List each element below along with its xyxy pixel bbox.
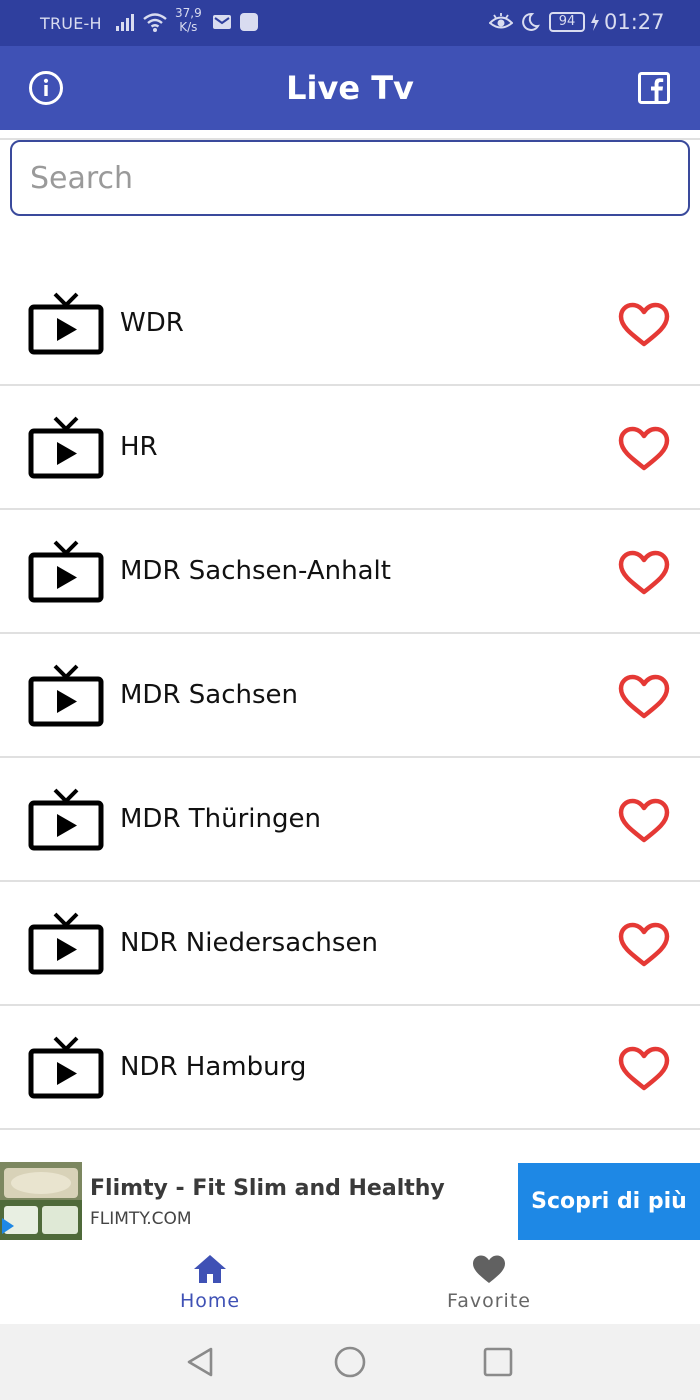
heart-outline-icon[interactable] xyxy=(618,674,670,720)
tv-icon xyxy=(28,664,104,727)
eye-comfort-icon xyxy=(489,13,513,29)
channel-row[interactable] xyxy=(0,130,700,140)
tv-icon xyxy=(28,788,104,851)
clock: 01:27 xyxy=(604,10,665,34)
nav-favorite-label: Favorite xyxy=(447,1290,531,1312)
channel-row[interactable]: WDR xyxy=(0,262,700,386)
search-input[interactable] xyxy=(30,142,670,214)
carrier-label: TRUE-H xyxy=(40,14,102,33)
channel-name: WDR xyxy=(120,308,184,338)
recent-apps-icon[interactable] xyxy=(483,1347,513,1377)
charging-icon xyxy=(591,13,599,31)
ad-banner[interactable]: Flimty - Fit Slim and Healthy FLIMTY.COM… xyxy=(0,1160,700,1240)
network-speed-unit: K/s xyxy=(179,20,198,34)
ad-title[interactable]: Flimty - Fit Slim and Healthy xyxy=(90,1176,445,1201)
app-bar: Live Tv xyxy=(0,46,700,130)
info-icon[interactable] xyxy=(28,70,64,106)
channel-row[interactable]: MDR Thüringen xyxy=(0,758,700,882)
home-circle-icon[interactable] xyxy=(334,1346,366,1378)
bottom-navigation: Home Favorite xyxy=(0,1240,700,1324)
channel-row[interactable]: NDR Hamburg xyxy=(0,1006,700,1130)
heart-outline-icon[interactable] xyxy=(618,1046,670,1092)
heart-outline-icon[interactable] xyxy=(618,922,670,968)
heart-outline-icon[interactable] xyxy=(618,798,670,844)
back-icon[interactable] xyxy=(184,1346,216,1378)
facebook-icon[interactable] xyxy=(638,72,670,104)
heart-outline-icon[interactable] xyxy=(618,426,670,472)
tv-icon xyxy=(28,540,104,603)
channel-list[interactable]: WDR HR MDR Sachsen-Anhalt MDR Sachsen MD… xyxy=(0,130,700,1160)
nav-home-label: Home xyxy=(179,1290,241,1312)
tv-icon xyxy=(28,1036,104,1099)
tv-icon xyxy=(28,912,104,975)
signal-icon xyxy=(116,14,134,31)
channel-name: NDR Niedersachsen xyxy=(120,928,378,958)
ad-thumbnail[interactable] xyxy=(0,1162,82,1240)
channel-row[interactable]: MDR Sachsen xyxy=(0,634,700,758)
channel-row[interactable]: NDR Niedersachsen xyxy=(0,882,700,1006)
channel-name: HR xyxy=(120,432,158,462)
nav-home[interactable]: Home xyxy=(110,1240,310,1324)
system-navigation-bar xyxy=(0,1324,700,1400)
channel-name: MDR Thüringen xyxy=(120,804,321,834)
moon-icon xyxy=(522,12,540,31)
channel-name: MDR Sachsen xyxy=(120,680,299,710)
search-field[interactable] xyxy=(10,140,690,216)
channel-name: NDR Hamburg xyxy=(120,1052,307,1082)
wifi-icon xyxy=(143,13,167,32)
nav-favorite[interactable]: Favorite xyxy=(389,1240,589,1324)
ad-cta-button[interactable]: Scopri di più xyxy=(518,1163,700,1240)
heart-icon xyxy=(473,1255,505,1283)
tv-icon xyxy=(28,292,104,355)
network-speed: 37,9 K/s xyxy=(175,6,202,34)
mail-icon xyxy=(213,15,231,29)
ad-domain: FLIMTY.COM xyxy=(90,1209,192,1229)
channel-name: MDR Sachsen-Anhalt xyxy=(120,556,391,586)
channel-row[interactable]: MDR Sachsen-Anhalt xyxy=(0,510,700,634)
ad-product-image xyxy=(0,1162,82,1240)
home-icon xyxy=(194,1255,226,1283)
app-notification-icon xyxy=(240,13,258,31)
heart-outline-icon[interactable] xyxy=(618,302,670,348)
battery-level: 94 xyxy=(549,12,585,32)
network-speed-value: 37,9 xyxy=(175,6,202,20)
heart-outline-icon[interactable] xyxy=(618,550,670,596)
page-title: Live Tv xyxy=(286,69,414,107)
channel-row[interactable]: HR xyxy=(0,386,700,510)
tv-icon xyxy=(28,416,104,479)
status-bar: TRUE-H 37,9 K/s 94 01:27 xyxy=(0,0,700,46)
